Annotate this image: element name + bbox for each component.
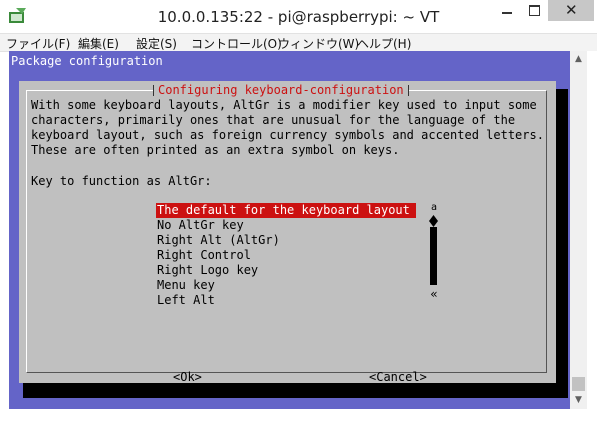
menu-settings[interactable]: 設定(S) <box>136 35 177 52</box>
close-icon: ✕ <box>565 1 578 19</box>
option-menu-key[interactable]: Menu key <box>156 278 416 293</box>
close-button[interactable]: ✕ <box>548 0 594 21</box>
scroll-bottom-marker: « <box>430 287 438 301</box>
package-configuration-header: Package configuration <box>11 54 163 68</box>
ok-button[interactable]: <Ok> <box>173 370 202 384</box>
menu-window[interactable]: ウィンドウ(W) <box>278 35 359 52</box>
list-scroll-indicator: a « <box>429 203 439 303</box>
title-bar: 10.0.0.135:22 - pi@raspberrypi: ~ VT ✕ <box>0 0 597 33</box>
description-line: characters, primarily ones that are unus… <box>31 113 516 127</box>
window-right-border <box>587 51 597 409</box>
cancel-button[interactable]: <Cancel> <box>369 370 427 384</box>
dialog-title: Configuring keyboard-configuration <box>153 83 409 97</box>
description-line: With some keyboard layouts, AltGr is a m… <box>31 98 537 112</box>
minimize-button[interactable] <box>493 0 521 21</box>
menu-file[interactable]: ファイル(F) <box>6 35 70 52</box>
dialog-description: With some keyboard layouts, AltGr is a m… <box>31 98 551 158</box>
maximize-button[interactable] <box>521 0 548 21</box>
scroll-diamond-icon <box>429 215 438 227</box>
config-dialog: Configuring keyboard-configuration With … <box>19 81 556 384</box>
vertical-scrollbar[interactable]: ▲ ▼ <box>570 51 587 409</box>
scroll-down-arrow-icon[interactable]: ▼ <box>570 392 587 409</box>
option-right-alt[interactable]: Right Alt (AltGr) <box>156 233 416 248</box>
menu-control[interactable]: コントロール(O) <box>191 35 282 52</box>
scroll-top-marker: a <box>430 202 438 213</box>
option-right-logo[interactable]: Right Logo key <box>156 263 416 278</box>
scrollbar-thumb[interactable] <box>572 377 585 391</box>
menu-bar: ファイル(F) 編集(E) 設定(S) コントロール(O) ウィンドウ(W) ヘ… <box>0 33 597 52</box>
option-default-layout[interactable]: The default for the keyboard layout <box>156 203 416 218</box>
scroll-up-arrow-icon[interactable]: ▲ <box>570 51 587 68</box>
scroll-track <box>430 227 437 285</box>
menu-edit[interactable]: 編集(E) <box>78 35 119 52</box>
terminal-screen[interactable]: Package configuration Configuring keyboa… <box>9 51 570 409</box>
menu-help[interactable]: ヘルプ(H) <box>357 35 411 52</box>
option-left-alt[interactable]: Left Alt <box>156 293 416 308</box>
option-right-control[interactable]: Right Control <box>156 248 416 263</box>
altgr-prompt: Key to function as AltGr: <box>31 174 212 188</box>
altgr-options-list: The default for the keyboard layout No A… <box>156 203 416 308</box>
description-line: These are often printed as an extra symb… <box>31 143 400 157</box>
option-no-altgr[interactable]: No AltGr key <box>156 218 416 233</box>
description-line: keyboard layout, such as foreign currenc… <box>31 128 544 142</box>
